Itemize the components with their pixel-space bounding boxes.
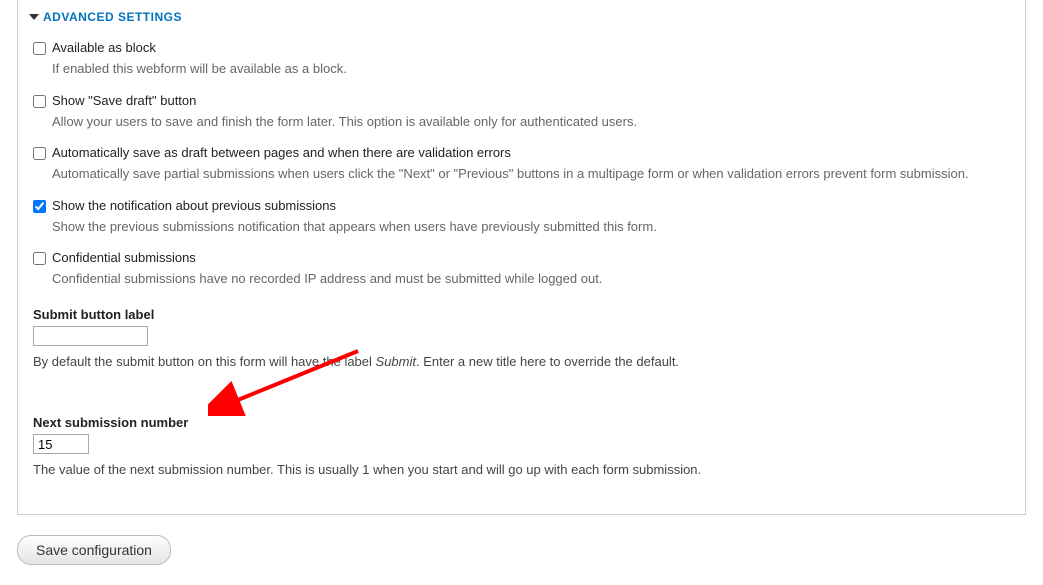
collapse-triangle-icon (29, 14, 39, 20)
submit-help-prefix: By default the submit button on this for… (33, 354, 376, 369)
show-save-draft-item: Show "Save draft" button Allow your user… (33, 93, 1010, 132)
auto-save-draft-item: Automatically save as draft between page… (33, 145, 1010, 184)
next-submission-input[interactable] (33, 434, 89, 454)
submit-help-em: Submit (376, 354, 416, 369)
confidential-label[interactable]: Confidential submissions (52, 250, 196, 265)
auto-save-draft-description: Automatically save partial submissions w… (52, 164, 1010, 184)
confidential-description: Confidential submissions have no recorde… (52, 269, 1010, 289)
auto-save-draft-label[interactable]: Automatically save as draft between page… (52, 145, 511, 160)
actions-row: Save configuration (0, 535, 1043, 585)
submit-button-label-input[interactable] (33, 326, 148, 346)
show-notification-label[interactable]: Show the notification about previous sub… (52, 198, 336, 213)
available-as-block-item: Available as block If enabled this webfo… (33, 40, 1010, 79)
submit-button-label-item: Submit button label By default the submi… (33, 307, 1010, 372)
available-as-block-description: If enabled this webform will be availabl… (52, 59, 1010, 79)
show-notification-description: Show the previous submissions notificati… (52, 217, 1010, 237)
next-submission-label: Next submission number (33, 415, 1010, 430)
show-save-draft-label[interactable]: Show "Save draft" button (52, 93, 196, 108)
save-configuration-button[interactable]: Save configuration (17, 535, 171, 565)
show-save-draft-checkbox[interactable] (33, 95, 46, 108)
submit-help-suffix: . Enter a new title here to override the… (416, 354, 679, 369)
show-notification-item: Show the notification about previous sub… (33, 198, 1010, 237)
confidential-item: Confidential submissions Confidential su… (33, 250, 1010, 289)
show-save-draft-description: Allow your users to save and finish the … (52, 112, 1010, 132)
advanced-settings-fieldset: ADVANCED SETTINGS Available as block If … (17, 0, 1026, 515)
submit-button-label-label: Submit button label (33, 307, 1010, 322)
available-as-block-label[interactable]: Available as block (52, 40, 156, 55)
show-notification-checkbox[interactable] (33, 200, 46, 213)
available-as-block-checkbox[interactable] (33, 42, 46, 55)
advanced-settings-toggle[interactable]: ADVANCED SETTINGS (33, 0, 1010, 34)
submit-button-label-help: By default the submit button on this for… (33, 352, 1010, 372)
next-submission-help: The value of the next submission number.… (33, 460, 1010, 480)
confidential-checkbox[interactable] (33, 252, 46, 265)
auto-save-draft-checkbox[interactable] (33, 147, 46, 160)
advanced-settings-legend: ADVANCED SETTINGS (43, 10, 182, 24)
next-submission-item: Next submission number The value of the … (33, 415, 1010, 480)
